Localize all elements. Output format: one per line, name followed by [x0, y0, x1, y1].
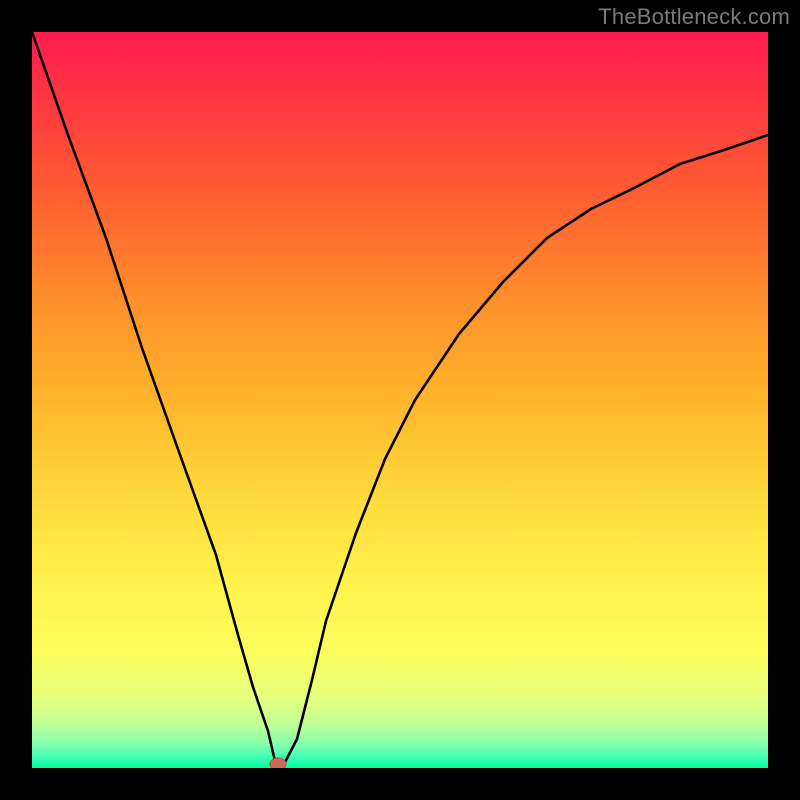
watermark-label: TheBottleneck.com — [598, 4, 790, 30]
chart-frame: TheBottleneck.com — [0, 0, 800, 800]
plot-area — [32, 32, 768, 768]
minimum-marker — [270, 758, 286, 768]
bottleneck-curve — [32, 32, 768, 768]
curve-path — [32, 32, 768, 768]
